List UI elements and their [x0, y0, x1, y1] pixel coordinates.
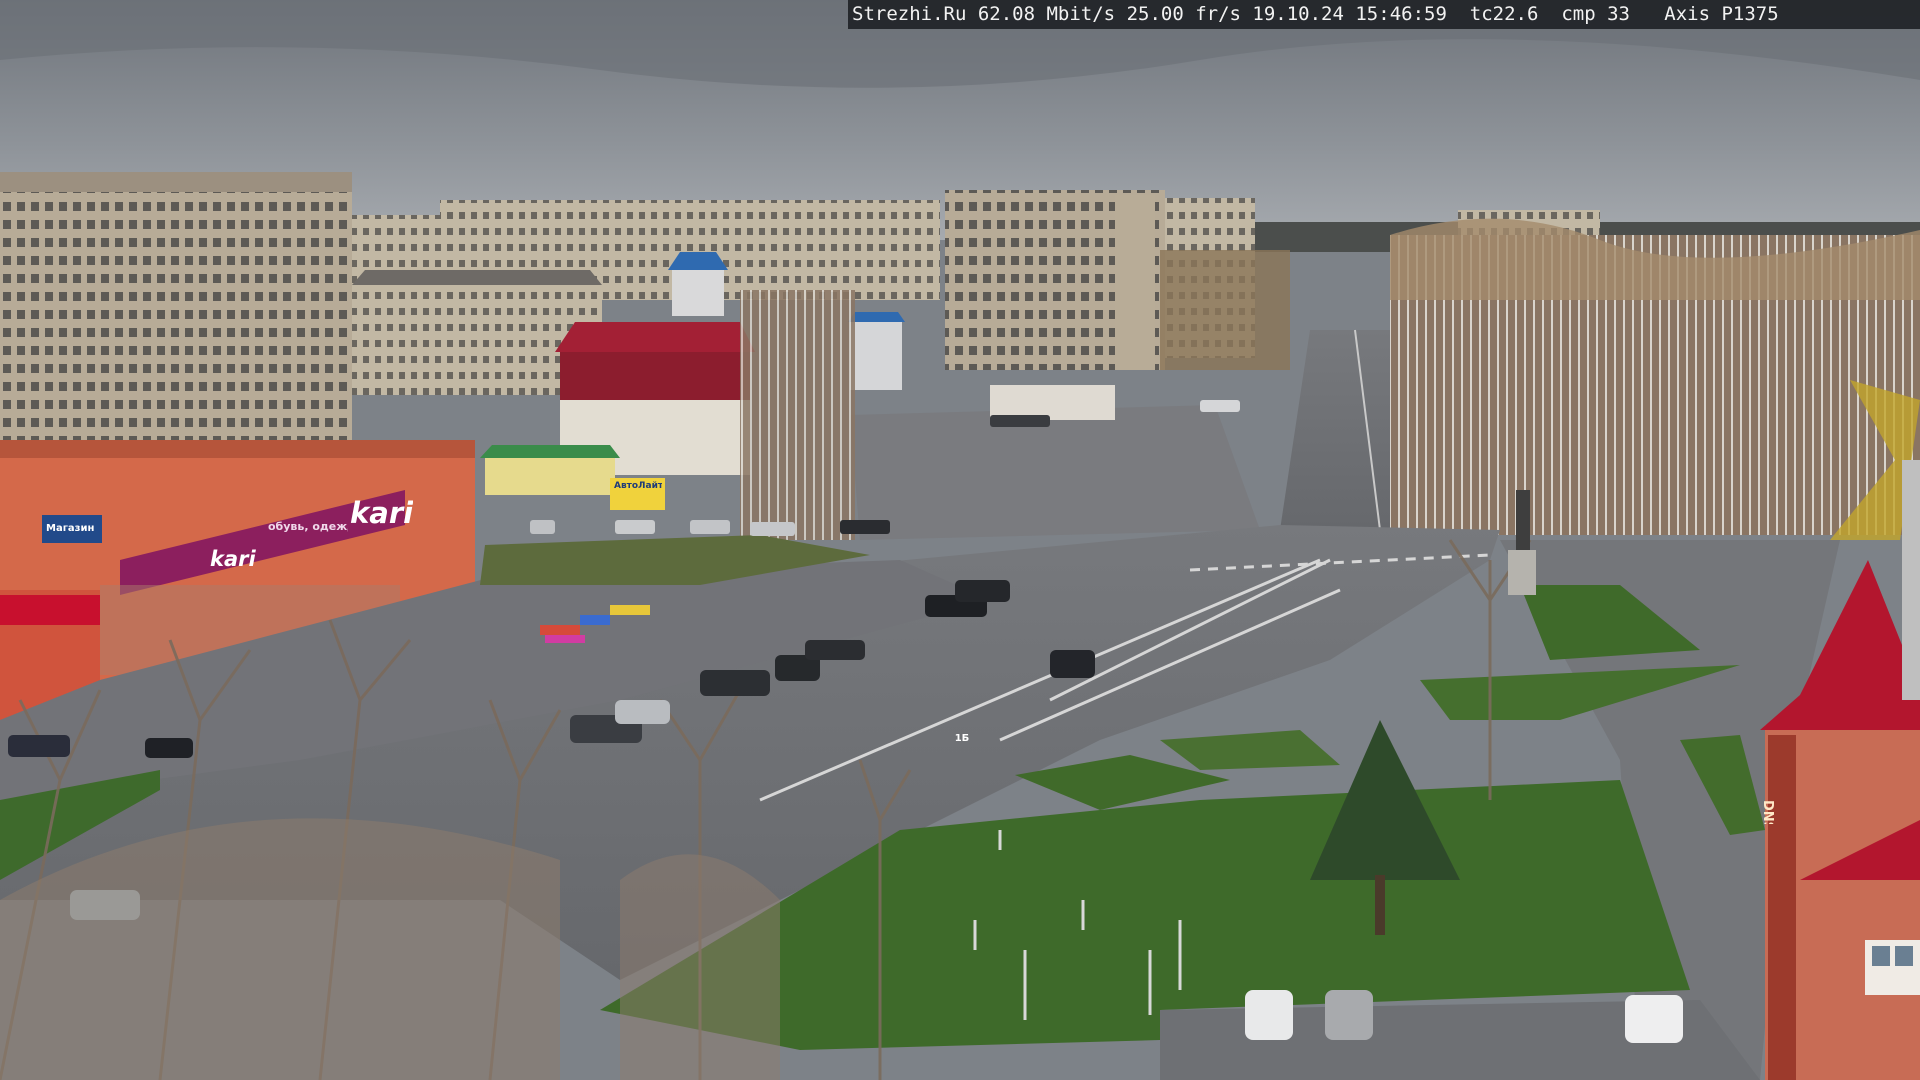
shop-sign-left: Магазин [46, 523, 95, 534]
camera-overlay: Strezhi.Ru 62.08 Mbit/s 25.00 fr/s 19.10… [848, 0, 1920, 29]
kari-slogan: обувь, одежда [268, 520, 348, 533]
grass-median-2 [1160, 730, 1340, 770]
overlay-bitrate: 62.08 Mbit/s [977, 3, 1116, 25]
monument-pedestal [1508, 550, 1536, 595]
monument-statue [1516, 490, 1530, 550]
billboard-text: АвтоЛайт [614, 481, 662, 491]
tower-sign: DNS [1760, 800, 1775, 824]
city-square-scene [0, 0, 1920, 1080]
webcam-frame: Strezhi.Ru 62.08 Mbit/s 25.00 fr/s 19.10… [0, 0, 1920, 1080]
route-sign: 1Б [954, 733, 970, 744]
overlay-framerate: 25.00 fr/s [1126, 3, 1241, 25]
blue-roof-building [672, 268, 724, 316]
kari-rooftop-sign: kari [350, 496, 414, 530]
overlay-cmp: cmp 33 [1561, 3, 1630, 25]
overlay-site: Strezhi.Ru [852, 3, 967, 25]
plaza-asphalt [850, 405, 1260, 540]
kari-lower-sign: kari [210, 547, 256, 571]
overlay-datetime: 19.10.24 15:46:59 [1252, 3, 1447, 25]
small-shop [485, 455, 615, 495]
overlay-tc: tc22.6 [1469, 3, 1539, 25]
overlay-camera-model: Axis P1375 [1664, 3, 1779, 25]
